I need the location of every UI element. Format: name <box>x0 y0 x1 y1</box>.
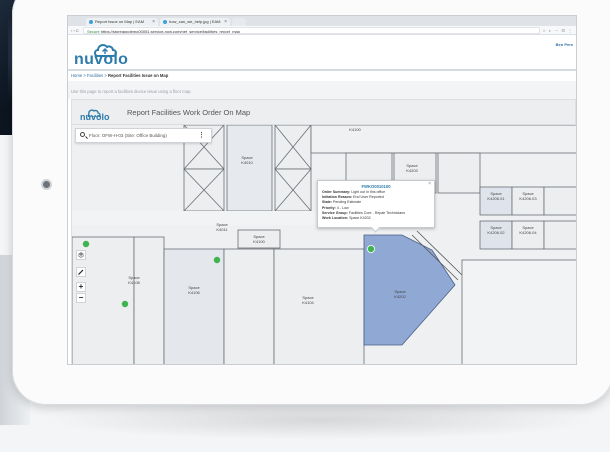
browser-tab-title: how_can_we_help.jpg | EAM <box>169 19 221 24</box>
tab-favicon-icon <box>163 20 167 24</box>
user-menu[interactable]: Ben Pers <box>556 42 573 47</box>
tab-close-icon[interactable]: × <box>224 18 227 26</box>
room-label[interactable]: Space K4100 <box>249 234 269 244</box>
pencil-icon <box>78 269 84 275</box>
more-options-icon[interactable]: ⋮ <box>198 129 205 142</box>
browser-tab-report-issue[interactable]: Report Issue on Map | EAM × <box>86 18 158 26</box>
room-label[interactable]: Space K4104 <box>298 295 318 305</box>
layers-button[interactable] <box>76 250 86 260</box>
room-label[interactable]: Space K4108 <box>124 275 144 285</box>
breadcrumb-facilities[interactable]: Facilities <box>87 73 103 78</box>
popup-field: Work Location: Space K4202 <box>322 216 371 221</box>
draw-button[interactable] <box>76 267 86 277</box>
room-label[interactable]: Space K4206.02 <box>485 225 507 235</box>
room-label[interactable]: Space K4106 <box>184 285 204 295</box>
panel-logo: nuvolo <box>80 104 110 123</box>
app-header: nuvolo Ben Pers <box>68 35 576 71</box>
breadcrumb-home[interactable]: Home <box>71 73 82 78</box>
panel-logo-text: nuvolo <box>80 112 110 122</box>
map-panel: nuvolo Report Facilities Work Order On M… <box>71 99 576 364</box>
panel-header: nuvolo Report Facilities Work Order On M… <box>72 100 575 125</box>
room-label[interactable]: K4100 <box>345 127 365 132</box>
floor-plan-drawing <box>72 125 576 364</box>
secure-indicator: Secure <box>87 29 100 34</box>
nuvolo-logo[interactable]: nuvolo <box>72 38 132 68</box>
floor-search-input[interactable]: Floor: OFW-H-03 (Site: Office Building) … <box>75 128 212 143</box>
browser-tab-bar: Report Issue on Map | EAM × how_can_we_h… <box>68 16 576 26</box>
room-label[interactable]: Space K4206.03 <box>517 191 539 201</box>
panel-title: Report Facilities Work Order On Map <box>127 108 251 117</box>
logo-text: nuvolo <box>74 51 129 68</box>
url-field[interactable]: Secure https://storeappdemo00051.service… <box>83 27 540 34</box>
new-tab-button[interactable] <box>232 18 246 26</box>
floor-search-value: Floor: OFW-H-03 (Site: Office Building) <box>89 133 167 138</box>
breadcrumb-current: Report Facilities Issue on Map <box>108 73 169 78</box>
room-label[interactable]: Space K4203 <box>402 163 422 173</box>
tab-favicon-icon <box>89 20 93 24</box>
layers-icon <box>77 252 85 258</box>
tablet-screen: Report Issue on Map | EAM × how_can_we_h… <box>68 16 576 364</box>
tablet-home-button <box>41 179 52 190</box>
popup-close-icon[interactable]: × <box>428 181 431 187</box>
zoom-in-button[interactable]: + <box>76 282 86 292</box>
page-hint: Use this page to report a facilities dev… <box>68 85 576 99</box>
tablet-shadow <box>40 400 600 440</box>
room-label[interactable]: Space K4011 <box>212 222 232 232</box>
browser-nav-buttons[interactable]: ‹ › C <box>71 26 79 35</box>
breadcrumb: Home > Facilities > Report Facilities Is… <box>68 71 576 81</box>
floor-map[interactable]: Space K4010 Space K4011 Space K4100 Space K4… <box>72 125 576 364</box>
room-label[interactable]: Space K4010 <box>237 155 257 165</box>
browser-tab-title: Report Issue on Map | EAM <box>95 19 145 24</box>
search-icon <box>80 132 85 137</box>
room-label-selected[interactable]: Space K4202 <box>390 289 410 299</box>
browser-address-bar: ‹ › C Secure https://storeappdemo00051.s… <box>68 26 576 35</box>
url-text: https://storeappdemo00051.service-now.co… <box>100 29 240 34</box>
browser-tab-image[interactable]: how_can_we_help.jpg | EAM × <box>160 18 230 26</box>
browser-toolbar-icons[interactable]: ☆ ◐ ⋯ ⊡ ⋮ <box>542 26 573 35</box>
work-order-popup: FWKO0010100 × Order Summary: Light out i… <box>317 180 435 228</box>
tab-close-icon[interactable]: × <box>152 18 155 26</box>
tablet-frame: Report Issue on Map | EAM × how_can_we_h… <box>12 0 610 405</box>
zoom-out-button[interactable]: − <box>76 293 86 303</box>
room-label[interactable]: Space K4206.01 <box>485 191 507 201</box>
room-label[interactable]: Space K4206.04 <box>517 225 539 235</box>
